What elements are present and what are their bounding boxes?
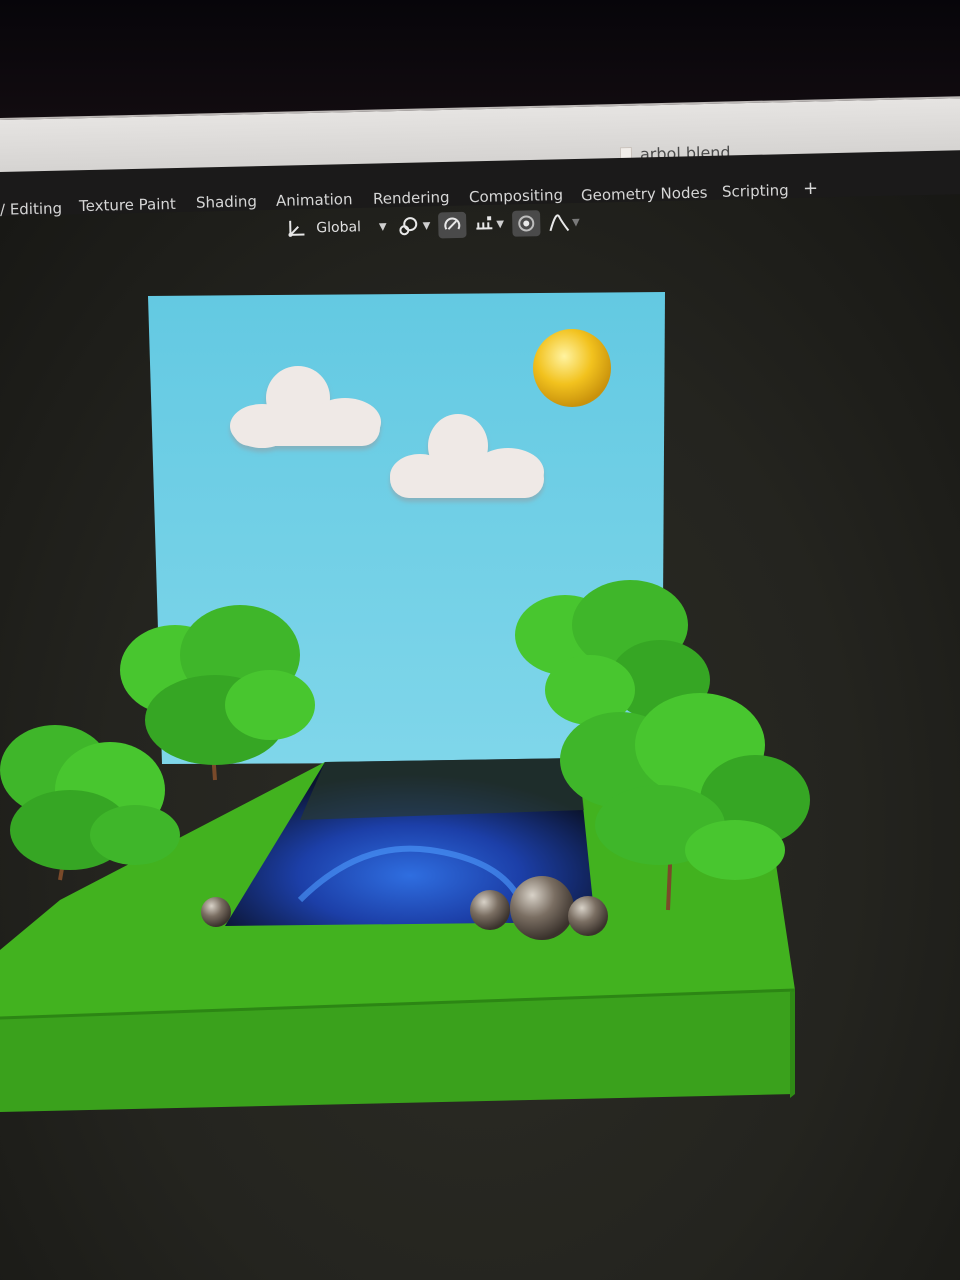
tab-scripting[interactable]: Scripting xyxy=(722,181,789,201)
3d-viewport[interactable] xyxy=(0,250,960,1280)
add-workspace-button[interactable]: + xyxy=(803,178,819,199)
chevron-down-icon: ▼ xyxy=(571,216,580,228)
snap-increment-icon xyxy=(474,214,494,234)
transform-orientation-icon xyxy=(286,218,308,238)
pivot-point-dropdown[interactable]: ▼ xyxy=(394,213,434,240)
transform-orientation-label: Global xyxy=(316,219,362,237)
tab-rendering[interactable]: Rendering xyxy=(373,188,450,208)
tree-far-left[interactable] xyxy=(0,725,180,881)
ground-block-side xyxy=(790,990,795,1098)
tab-shading[interactable]: Shading xyxy=(196,192,257,211)
tab-modeling-editing[interactable]: / Editing xyxy=(0,199,62,218)
rock-mid-left[interactable] xyxy=(470,890,510,930)
tab-compositing[interactable]: Compositing xyxy=(469,186,563,206)
transform-orientation-dropdown[interactable]: Global ▼ xyxy=(282,214,391,242)
tab-animation[interactable]: Animation xyxy=(276,190,353,210)
rock-large[interactable] xyxy=(510,876,574,940)
pivot-point-icon xyxy=(398,216,420,236)
chevron-down-icon: ▼ xyxy=(422,220,431,232)
chevron-down-icon: ▼ xyxy=(496,218,505,230)
rock-small-left[interactable] xyxy=(201,897,231,927)
falloff-curve-icon xyxy=(548,212,570,232)
proportional-edit-toggle[interactable] xyxy=(511,210,541,237)
falloff-dropdown[interactable]: ▼ xyxy=(544,209,584,236)
tab-texture-paint[interactable]: Texture Paint xyxy=(79,195,176,215)
rock-small-right[interactable] xyxy=(568,896,608,936)
snap-icon xyxy=(442,215,462,235)
sun-sphere[interactable] xyxy=(533,329,611,407)
snap-toggle[interactable] xyxy=(438,211,467,239)
chevron-down-icon: ▼ xyxy=(378,221,387,233)
pond-reflection xyxy=(300,758,584,820)
proportional-edit-icon xyxy=(516,213,536,233)
snap-target-dropdown[interactable]: ▼ xyxy=(470,211,508,238)
tab-geometry-nodes[interactable]: Geometry Nodes xyxy=(581,184,708,205)
